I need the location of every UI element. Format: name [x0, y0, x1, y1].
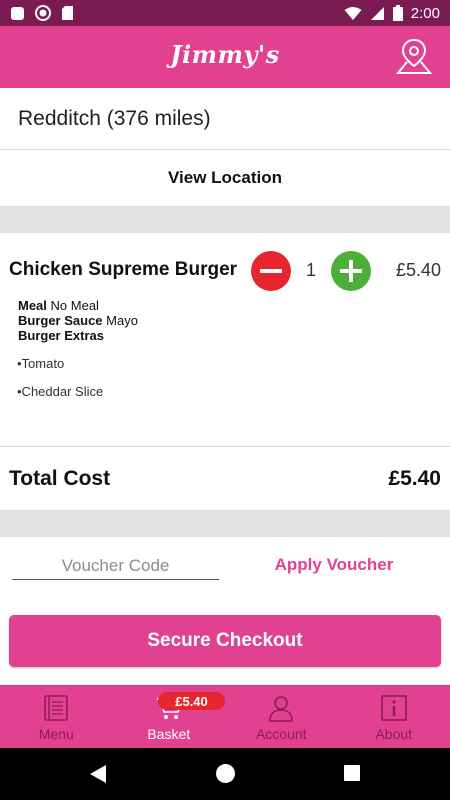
extra-item: •Tomato	[17, 356, 65, 371]
item-options: Meal No Meal Burger Sauce Mayo Burger Ex…	[18, 298, 138, 343]
option-label: Burger Sauce	[18, 313, 103, 328]
system-nav-bar	[0, 748, 450, 800]
notification-icon	[11, 6, 24, 20]
basket-item: Chicken Supreme Burger 1 £5.40 Meal No M…	[0, 233, 450, 447]
option-value: No Meal	[50, 298, 99, 313]
item-quantity: 1	[305, 260, 316, 280]
extra-item: •Cheddar Slice	[17, 384, 104, 399]
home-icon[interactable]	[216, 764, 235, 783]
status-time: 2:00	[410, 4, 440, 22]
person-icon	[269, 696, 294, 722]
record-icon	[35, 5, 51, 21]
wifi-icon	[344, 6, 362, 20]
status-bar: 2:00	[0, 0, 450, 26]
recent-apps-icon[interactable]	[344, 765, 360, 781]
battery-icon	[392, 5, 403, 21]
apply-voucher-button[interactable]: Apply Voucher	[259, 555, 409, 575]
total-value: £5.40	[388, 466, 441, 490]
section-divider	[0, 206, 450, 233]
map-pin-icon	[395, 38, 433, 74]
nav-label: About	[375, 726, 413, 742]
option-label: Burger Extras	[18, 328, 104, 343]
item-name: Chicken Supreme Burger	[9, 259, 238, 280]
option-meal: Meal No Meal	[18, 298, 138, 313]
nav-account[interactable]: Account	[225, 686, 338, 748]
voucher-code-input[interactable]	[12, 553, 219, 580]
option-burger-extras: Burger Extras	[18, 328, 138, 343]
secure-checkout-button[interactable]: Secure Checkout	[9, 615, 441, 667]
nav-about[interactable]: About	[338, 686, 450, 748]
option-label: Meal	[18, 298, 47, 313]
nav-label: Basket	[147, 726, 191, 742]
app-logo: Jimmy's	[170, 40, 280, 69]
option-value: Mayo	[106, 313, 138, 328]
nav-menu[interactable]: Menu	[0, 686, 113, 748]
info-icon	[380, 695, 407, 721]
nav-label: Menu	[38, 726, 74, 742]
bottom-nav: Menu Basket Account About	[0, 685, 450, 748]
item-price: £5.40	[395, 260, 441, 280]
app-bar: Jimmy's	[0, 26, 450, 88]
store-locator-button[interactable]	[394, 36, 434, 76]
store-location: Redditch (376 miles)	[0, 88, 450, 150]
menu-book-icon	[44, 695, 69, 721]
section-divider	[0, 510, 450, 537]
increase-quantity-button[interactable]	[331, 251, 371, 291]
total-label: Total Cost	[9, 466, 111, 490]
decrease-quantity-button[interactable]	[251, 251, 291, 291]
option-burger-sauce: Burger Sauce Mayo	[18, 313, 138, 328]
view-location-button[interactable]: View Location	[0, 150, 450, 206]
nav-label: Account	[255, 726, 307, 742]
back-icon[interactable]	[89, 764, 107, 784]
sd-card-icon	[62, 6, 73, 20]
signal-icon	[370, 6, 384, 20]
basket-total-badge: £5.40	[158, 692, 225, 710]
total-row: Total Cost £5.40	[0, 447, 450, 510]
